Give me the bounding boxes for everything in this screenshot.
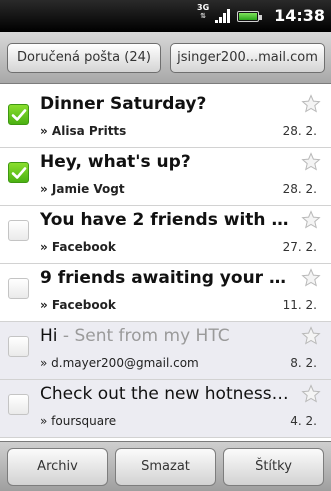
subject-text: Hey, what's up? [40,152,191,172]
signal-icon [215,9,231,23]
subject-text: Check out the new hotness ... [40,384,292,404]
battery-icon [237,11,262,22]
message-sender: » foursquare [40,414,117,428]
message-row[interactable]: 9 friends awaiting your re... » Facebook 1… [0,264,331,322]
status-bar: 3G ⇅ 14:38 [0,0,331,32]
message-subject: 9 friends awaiting your re... [40,268,292,288]
subject-text: 9 friends awaiting your re... [40,268,292,288]
message-preview: - Sent from my HTC [57,326,230,346]
message-sender: » Facebook [40,298,116,312]
star-icon[interactable] [301,210,321,230]
mail-header: Doručená pošta (24) jsinger200...mail.co… [0,32,331,84]
checkbox-checked-icon[interactable] [8,104,29,125]
archive-button[interactable]: Archiv [7,448,108,486]
message-subject: Dinner Saturday? [40,94,292,114]
star-icon[interactable] [301,326,321,346]
subject-text: You have 2 friends with b... [40,210,292,230]
subject-text: Hi [40,326,58,346]
3g-data-icon: 3G ⇅ [197,3,210,21]
account-selector-button[interactable]: jsinger200...mail.com [170,43,325,73]
star-icon[interactable] [301,268,321,288]
status-time: 14:38 [274,6,325,25]
bottom-toolbar: Archiv Smazat Štítky [0,441,331,491]
message-date: 4. 2. [290,414,317,428]
message-subject: Hey, what's up? [40,152,292,172]
message-subject: Check out the new hotness ... [40,384,292,404]
message-list: Dinner Saturday?» Alisa Pritts 28. 2. Hey,… [0,90,331,441]
star-icon[interactable] [301,384,321,404]
message-row[interactable]: Hi - Sent from my HTC » d.mayer200@gmail.… [0,322,331,380]
message-date: 28. 2. [282,182,317,196]
inbox-folder-button[interactable]: Doručená pošta (24) [7,43,161,73]
message-date: 27. 2. [282,240,317,254]
checkbox-icon[interactable] [8,394,29,415]
message-row[interactable]: Check out the new hotness ... » foursquar… [0,380,331,438]
delete-button[interactable]: Smazat [115,448,216,486]
message-date: 8. 2. [290,356,317,370]
checkbox-icon[interactable] [8,336,29,357]
message-row[interactable]: Hey, what's up? » Jamie Vogt 28. 2. [0,148,331,206]
message-row[interactable]: You have 2 friends with b... » Facebook 27… [0,206,331,264]
message-subject: You have 2 friends with b... [40,210,292,230]
message-row[interactable]: Dinner Saturday? » Alisa Pritts 28. 2. [0,90,331,148]
checkbox-icon[interactable] [8,220,29,241]
message-sender: » Alisa Pritts [40,124,127,138]
message-sender: » d.mayer200@gmail.com [40,356,199,370]
checkbox-icon[interactable] [8,278,29,299]
message-date: 28. 2. [282,124,317,138]
message-sender: » Facebook [40,240,116,254]
message-date: 11. 2. [282,298,317,312]
star-icon[interactable] [301,94,321,114]
message-subject: Hi - Sent from my HTC [40,326,292,346]
checkbox-checked-icon[interactable] [8,162,29,183]
labels-button[interactable]: Štítky [223,448,324,486]
star-icon[interactable] [301,152,321,172]
network-type: 3G [197,3,210,12]
subject-text: Dinner Saturday? [40,94,207,114]
message-sender: » Jamie Vogt [40,182,125,196]
